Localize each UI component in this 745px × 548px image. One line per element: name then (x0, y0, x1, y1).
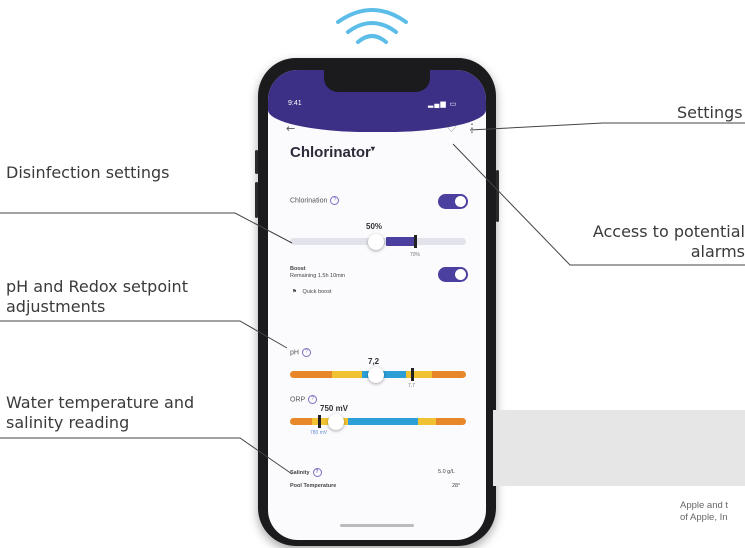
water-callout-line1: Water temperature and (6, 393, 195, 412)
footnote-line2: of Apple, In (680, 512, 728, 523)
settings-callout: Settings (677, 103, 743, 122)
ph-callout: pH and Redox setpoint adjustments (6, 277, 188, 317)
ph-callout-line2: adjustments (6, 297, 106, 316)
disinfection-callout: Disinfection settings (6, 163, 170, 182)
footnote-line1: Apple and t (680, 500, 729, 511)
ph-leader-line (0, 320, 288, 349)
callout-lines (0, 122, 745, 475)
ph-callout-line1: pH and Redox setpoint (6, 277, 188, 296)
water-callout-line2: salinity reading (6, 413, 130, 432)
alarms-callout-line1: Access to potential (592, 222, 745, 241)
water-callout: Water temperature and salinity reading (6, 393, 194, 433)
alarms-callout-line2: alarms (690, 242, 745, 261)
settings-leader-line (469, 122, 745, 131)
trademark-footnote: Apple and t of Apple, In (680, 500, 728, 524)
water-leader-line (0, 437, 293, 475)
alarms-callout: Access to potential alarms (568, 222, 745, 262)
disinfection-leader-line (0, 212, 293, 244)
